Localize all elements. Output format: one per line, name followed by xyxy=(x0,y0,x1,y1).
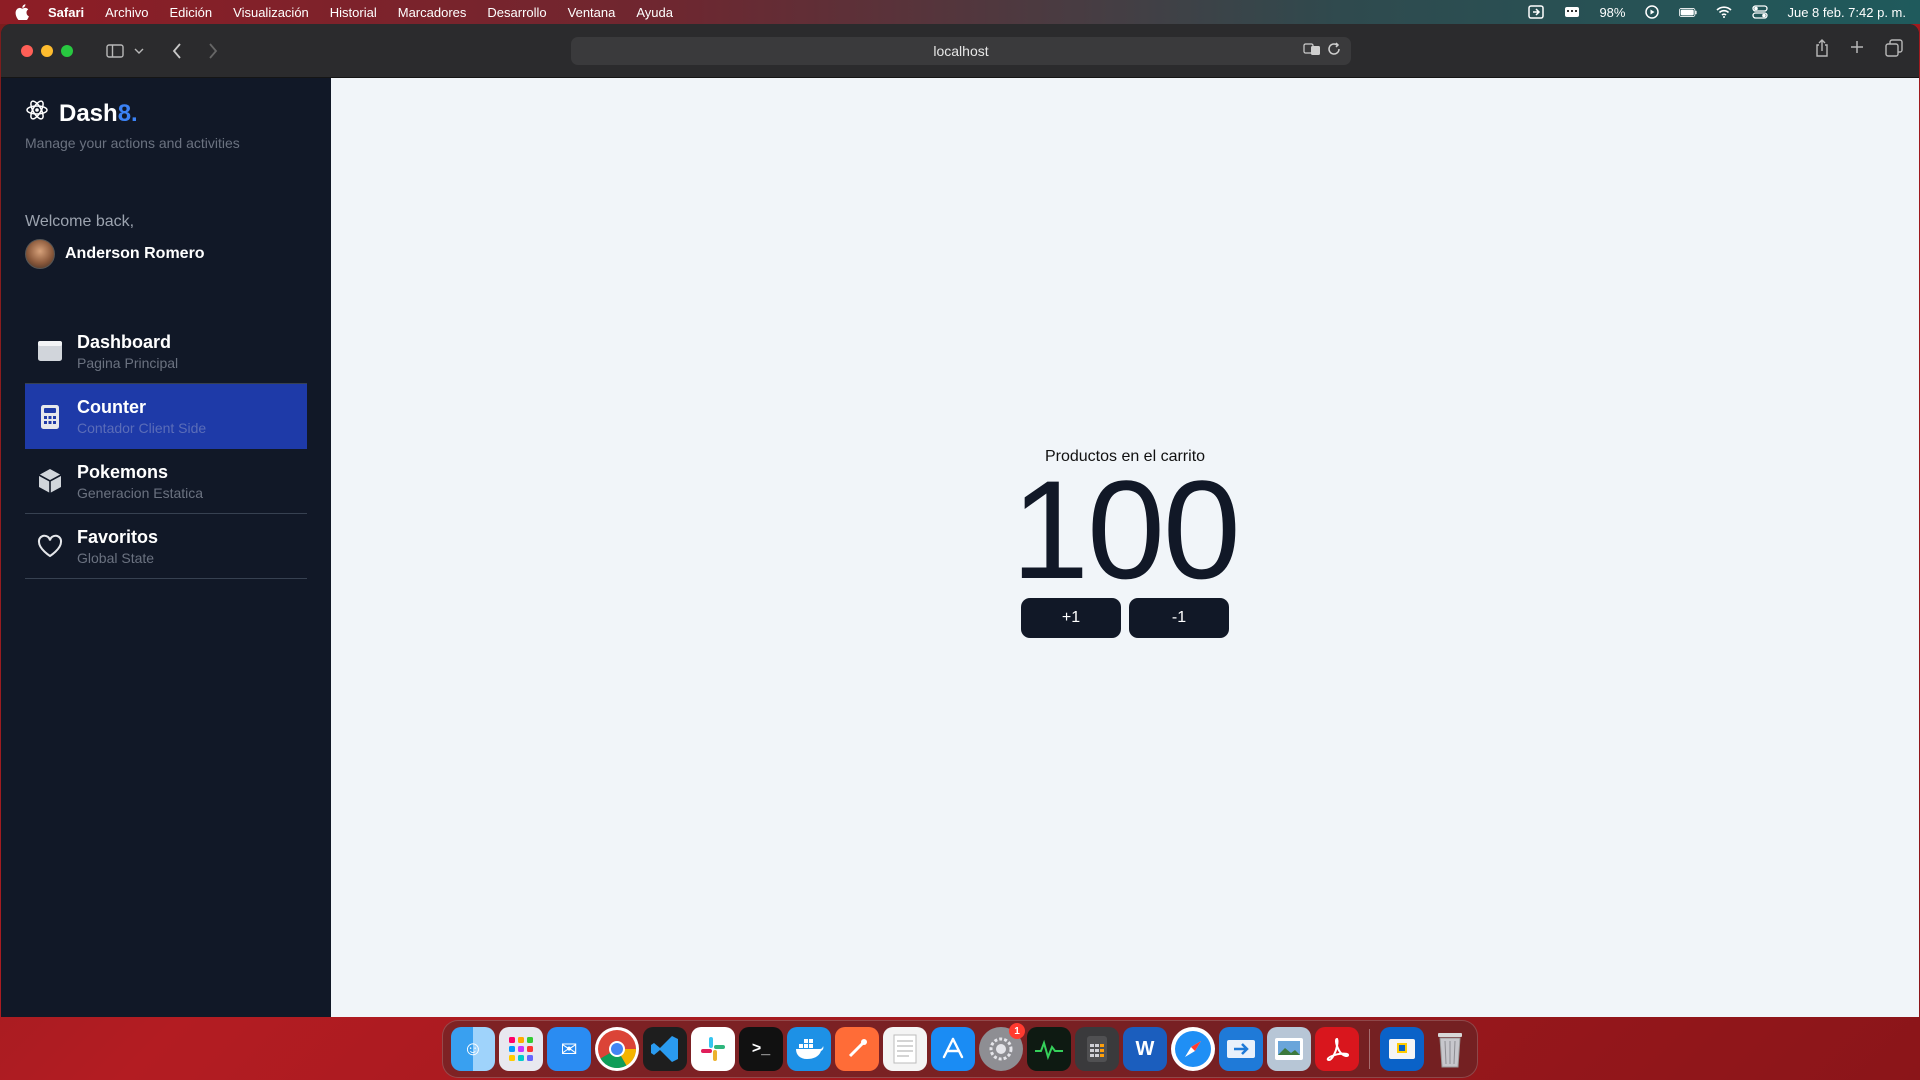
sidebar-item-title: Pokemons xyxy=(77,461,169,482)
sidebar-item-title: Favoritos xyxy=(77,526,159,547)
menu-ayuda[interactable]: Ayuda xyxy=(636,5,673,20)
sidebar-item-subtitle: Contador Client Side xyxy=(77,420,207,436)
sidebar-item-subtitle: Generacion Estatica xyxy=(77,484,204,501)
dock-textedit-icon[interactable] xyxy=(883,1027,927,1071)
notification-badge: 1 xyxy=(1009,1023,1025,1039)
sidebar: Dash8. Manage your actions and activitie… xyxy=(1,78,331,1017)
sidebar-item-subtitle: Global State xyxy=(77,549,155,566)
menu-marcadores[interactable]: Marcadores xyxy=(398,5,467,20)
new-tab-icon[interactable] xyxy=(1849,39,1865,62)
browser-toolbar: localhost xyxy=(1,24,1919,78)
increment-button[interactable]: +1 xyxy=(1021,597,1121,638)
dock-safari-icon[interactable] xyxy=(1171,1027,1215,1071)
dock-finder-icon[interactable]: ☺ xyxy=(451,1027,495,1071)
dock-migration-assistant-icon[interactable] xyxy=(1219,1027,1263,1071)
keyboard-icon[interactable] xyxy=(1563,5,1581,19)
wifi-icon[interactable] xyxy=(1715,5,1733,19)
forward-icon[interactable] xyxy=(201,39,225,63)
zoom-window-button[interactable] xyxy=(61,44,73,57)
address-bar[interactable]: localhost xyxy=(571,37,1351,65)
menu-edicion[interactable]: Edición xyxy=(170,5,213,20)
address-text: localhost xyxy=(933,43,989,59)
dock-word-icon[interactable]: W xyxy=(1123,1027,1167,1071)
dock-trash-icon[interactable] xyxy=(1428,1027,1472,1071)
dock-chrome-icon[interactable] xyxy=(595,1027,639,1071)
dock-docker-icon[interactable] xyxy=(787,1027,831,1071)
tab-overview-icon[interactable] xyxy=(1885,39,1903,62)
dock-app-store-icon[interactable] xyxy=(931,1027,975,1071)
atom-icon xyxy=(25,98,49,129)
control-center-icon[interactable] xyxy=(1751,5,1769,19)
dock-terminal-icon[interactable]: >_ xyxy=(739,1027,783,1071)
brand: Dash8. xyxy=(25,98,307,129)
close-window-button[interactable] xyxy=(21,44,33,57)
menu-archivo[interactable]: Archivo xyxy=(105,5,148,20)
box-icon xyxy=(37,468,63,494)
dock-wallet-icon[interactable] xyxy=(1380,1027,1424,1071)
clock[interactable]: Jue 8 feb. 7:42 p. m. xyxy=(1787,5,1906,20)
web-page: Dash8. Manage your actions and activitie… xyxy=(1,78,1919,1017)
dock-system-settings-icon[interactable]: 1 xyxy=(979,1023,1025,1071)
menu-extras: 98% Jue 8 feb. 7:42 p. m. xyxy=(1527,5,1906,20)
dock-activity-monitor-icon[interactable] xyxy=(1027,1027,1071,1071)
counter-value: 100 xyxy=(1011,450,1241,608)
battery-icon[interactable] xyxy=(1679,5,1698,19)
dock-slack-icon[interactable] xyxy=(691,1027,735,1071)
sidebar-item-dashboard[interactable]: Dashboard Pagina Principal xyxy=(25,319,307,384)
sidebar-item-title: Counter xyxy=(77,397,146,417)
brand-tagline: Manage your actions and activities xyxy=(25,135,240,151)
sidebar-item-favoritos[interactable]: Favoritos Global State xyxy=(25,514,307,579)
share-icon[interactable] xyxy=(1815,39,1829,62)
user-profile: Anderson Romero xyxy=(25,239,307,269)
heart-icon xyxy=(37,533,63,559)
cart-counter: Productos en el carrito 100 +1 -1 xyxy=(1011,448,1241,638)
sidebar-item-pokemons[interactable]: Pokemons Generacion Estatica xyxy=(25,449,307,514)
back-icon[interactable] xyxy=(165,39,189,63)
play-icon[interactable] xyxy=(1643,5,1661,19)
dock-launchpad-icon[interactable] xyxy=(499,1027,543,1071)
counter-buttons: +1 -1 xyxy=(1021,597,1229,638)
browser-window: localhost Dash8. Manage your actions and… xyxy=(1,24,1919,1017)
menu-bar: Safari Archivo Edición Visualización His… xyxy=(0,0,1920,24)
welcome-text: Welcome back, xyxy=(25,213,135,230)
decrement-button[interactable]: -1 xyxy=(1129,597,1229,638)
menu-ventana[interactable]: Ventana xyxy=(568,5,616,20)
menu-historial[interactable]: Historial xyxy=(330,5,377,20)
menu-visualizacion[interactable]: Visualización xyxy=(233,5,309,20)
translate-icon[interactable] xyxy=(1303,42,1321,59)
apple-icon[interactable] xyxy=(14,4,30,20)
dock-preview-icon[interactable] xyxy=(1267,1027,1311,1071)
sidebar-item-subtitle: Pagina Principal xyxy=(77,354,179,371)
sidebar-item-title: Dashboard xyxy=(77,331,172,352)
dock: ☺ ✉ >_ 1 W xyxy=(442,1020,1478,1078)
minimize-window-button[interactable] xyxy=(41,44,53,57)
sidebar-nav: Dashboard Pagina Principal Counter Conta… xyxy=(25,319,307,579)
menu-app-name[interactable]: Safari xyxy=(48,5,84,20)
dock-vscode-icon[interactable] xyxy=(643,1027,687,1071)
avatar xyxy=(25,239,55,269)
user-name: Anderson Romero xyxy=(65,245,205,262)
menu-desarrollo[interactable]: Desarrollo xyxy=(487,5,546,20)
calculator-icon xyxy=(37,404,63,430)
sidebar-toggle-icon[interactable] xyxy=(103,39,127,63)
dock-mail-icon[interactable]: ✉ xyxy=(547,1027,591,1071)
sidebar-item-counter[interactable]: Counter Contador Client Side xyxy=(25,384,307,449)
dock-postman-icon[interactable] xyxy=(835,1027,879,1071)
dock-separator xyxy=(1369,1029,1370,1069)
chevron-down-icon[interactable] xyxy=(127,39,151,63)
toolbar-right xyxy=(1815,39,1903,62)
dock-calculator-icon[interactable] xyxy=(1075,1027,1119,1071)
reload-icon[interactable] xyxy=(1327,42,1341,59)
window-controls xyxy=(21,44,73,57)
dock-acrobat-icon[interactable] xyxy=(1315,1027,1359,1071)
brand-name: Dash8. xyxy=(59,99,138,127)
battery-percent: 98% xyxy=(1599,4,1626,20)
screen-share-icon[interactable] xyxy=(1527,5,1545,19)
main-content: Productos en el carrito 100 +1 -1 xyxy=(331,78,1919,1017)
browser-window-icon xyxy=(37,338,63,364)
